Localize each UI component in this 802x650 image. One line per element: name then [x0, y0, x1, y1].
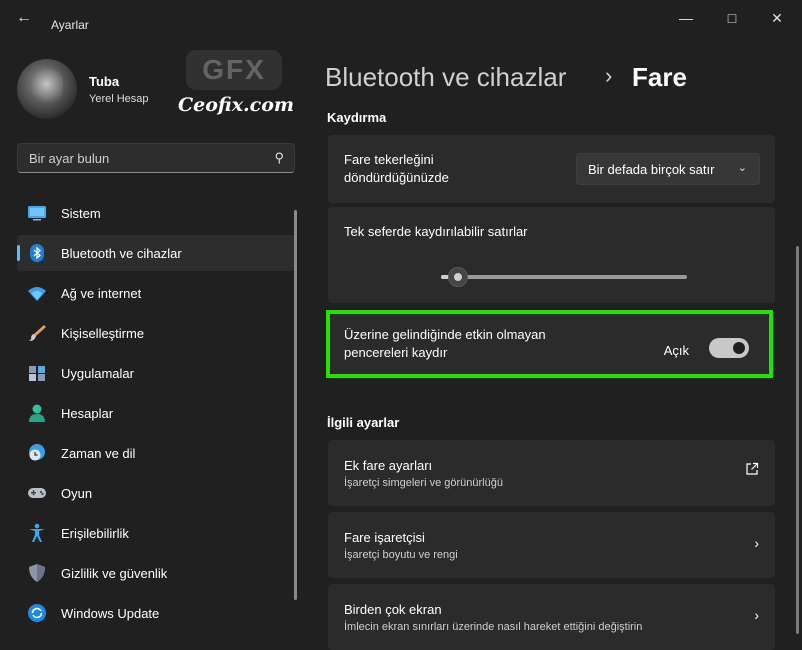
- nav-item-bluetooth[interactable]: Bluetooth ve cihazlar: [17, 235, 295, 271]
- nav-label: Sistem: [61, 206, 101, 221]
- avatar[interactable]: [17, 59, 77, 119]
- nav-item-apps[interactable]: Uygulamalar: [17, 355, 295, 391]
- nav-item-privacy[interactable]: Gizlilik ve güvenlik: [17, 555, 295, 591]
- page-title: Fare: [632, 62, 687, 92]
- nav-item-personalization[interactable]: Kişiselleştirme: [17, 315, 295, 351]
- main-content: Bluetooth ve cihazlar › Fare Kaydırma Fa…: [304, 36, 802, 650]
- sidebar-scrollbar[interactable]: [294, 210, 297, 600]
- wifi-icon: [27, 283, 47, 303]
- nav-label: Kişiselleştirme: [61, 326, 145, 341]
- scroll-lines-card: Tek seferde kaydırılabilir satırlar: [328, 207, 775, 303]
- scroll-lines-slider[interactable]: [441, 267, 687, 287]
- related-card-title: Ek fare ayarları: [344, 458, 433, 473]
- nav-item-gaming[interactable]: Oyun: [17, 475, 295, 511]
- minimize-button[interactable]: —: [671, 8, 701, 28]
- slider-thumb[interactable]: [448, 267, 469, 287]
- search-input[interactable]: Bir ayar bulun ⚲: [17, 143, 295, 173]
- update-icon: [27, 603, 47, 623]
- section-title-scrolling: Kaydırma: [327, 110, 387, 125]
- chevron-right-icon: ›: [754, 535, 759, 551]
- app-title: Ayarlar: [51, 18, 89, 32]
- sidebar: Tuba Yerel Hesap GFX Ceofix.com Bir ayar…: [0, 36, 304, 634]
- nav-item-time-language[interactable]: Zaman ve dil: [17, 435, 295, 471]
- main-scrollbar[interactable]: [796, 246, 799, 634]
- user-account-type: Yerel Hesap: [89, 93, 149, 105]
- nav-label: Oyun: [61, 486, 93, 501]
- related-card-pointer[interactable]: Fare işaretçisi İşaretçi boyutu ve rengi…: [328, 512, 775, 578]
- chevron-right-icon: ›: [754, 607, 759, 623]
- monitor-icon: [27, 203, 47, 223]
- accessibility-icon: [27, 523, 47, 543]
- user-name: Tuba: [89, 74, 120, 89]
- nav-label: Zaman ve dil: [61, 446, 136, 461]
- nav-label: Uygulamalar: [61, 366, 134, 381]
- section-title-related: İlgili ayarlar: [327, 415, 400, 430]
- watermark-text: Ceofix.com: [178, 94, 294, 116]
- shield-icon: [27, 563, 47, 583]
- nav-item-network[interactable]: Ağ ve internet: [17, 275, 295, 311]
- wheel-scroll-dropdown[interactable]: Bir defada birçok satır ⌄: [576, 153, 760, 185]
- brush-icon: [27, 323, 47, 343]
- external-link-icon: [745, 462, 759, 479]
- dropdown-value: Bir defada birçok satır: [588, 162, 715, 177]
- watermark-logo: GFX: [186, 50, 282, 90]
- wheel-scroll-card: Fare tekerleğini döndürdüğünüzde Bir def…: [328, 135, 775, 203]
- nav-label: Erişilebilirlik: [61, 526, 129, 541]
- nav-label: Bluetooth ve cihazlar: [61, 246, 182, 261]
- gamepad-icon: [27, 483, 47, 503]
- nav-label: Gizlilik ve güvenlik: [61, 566, 168, 581]
- related-card-subtitle: İşaretçi simgeleri ve görünürlüğü: [344, 477, 503, 489]
- related-card-multiple-displays[interactable]: Birden çok ekran İmlecin ekran sınırları…: [328, 584, 775, 650]
- wheel-scroll-label-line1: Fare tekerleğini: [344, 152, 434, 167]
- nav-item-accounts[interactable]: Hesaplar: [17, 395, 295, 431]
- nav-label: Ağ ve internet: [61, 286, 142, 301]
- search-icon[interactable]: ⚲: [274, 150, 284, 166]
- close-button[interactable]: ✕: [762, 8, 792, 28]
- related-card-title: Fare işaretçisi: [344, 530, 425, 545]
- related-card-extra-mouse[interactable]: Ek fare ayarları İşaretçi simgeleri ve g…: [328, 440, 775, 506]
- nav-label: Windows Update: [61, 606, 160, 621]
- related-card-title: Birden çok ekran: [344, 602, 442, 617]
- related-card-subtitle: İmlecin ekran sınırları üzerinde nasıl h…: [344, 621, 643, 633]
- back-arrow-icon[interactable]: ←: [12, 9, 36, 27]
- title-bar: ← Ayarlar — □ ✕: [0, 0, 802, 36]
- bluetooth-icon: [27, 243, 47, 263]
- nav-item-windows-update[interactable]: Windows Update: [17, 595, 295, 631]
- highlight-box: [326, 310, 773, 378]
- person-icon: [27, 403, 47, 423]
- nav-item-sistem[interactable]: Sistem: [17, 195, 295, 231]
- apps-icon: [27, 363, 47, 383]
- watermark: GFX Ceofix.com: [178, 50, 294, 120]
- nav-list: Sistem Bluetooth ve cihazlar Ağ ve inter…: [17, 195, 295, 635]
- breadcrumb-parent[interactable]: Bluetooth ve cihazlar: [325, 62, 566, 93]
- search-placeholder: Bir ayar bulun: [29, 151, 110, 166]
- maximize-button[interactable]: □: [717, 8, 747, 28]
- wheel-scroll-label: Fare tekerleğini döndürdüğünüzde: [344, 151, 449, 187]
- nav-item-accessibility[interactable]: Erişilebilirlik: [17, 515, 295, 551]
- chevron-down-icon: ⌄: [737, 162, 747, 174]
- wheel-scroll-label-line2: döndürdüğünüzde: [344, 170, 449, 185]
- nav-label: Hesaplar: [61, 406, 114, 421]
- breadcrumb-separator: ›: [605, 63, 613, 88]
- globe-clock-icon: [27, 443, 47, 463]
- scroll-lines-label: Tek seferde kaydırılabilir satırlar: [344, 224, 528, 239]
- related-card-subtitle: İşaretçi boyutu ve rengi: [344, 549, 458, 561]
